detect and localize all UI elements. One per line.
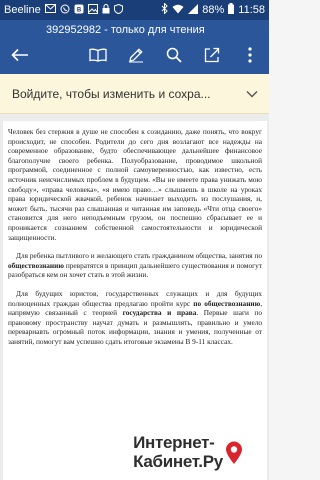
app-toolbar — [0, 40, 269, 74]
lock-icon — [102, 3, 110, 17]
signal-icon — [188, 3, 199, 17]
battery-icon — [228, 3, 235, 17]
bluetooth-icon — [161, 2, 168, 17]
bold-term: обществознанию — [8, 260, 64, 270]
paragraph-1: Человек без стержня в душе не способен к… — [8, 127, 262, 242]
sign-in-banner[interactable]: Войдите, чтобы изменить и сохра... — [0, 74, 269, 114]
reading-mode-button[interactable] — [79, 40, 117, 74]
document-viewport[interactable]: Человек без стержня в душе не способен к… — [0, 114, 269, 480]
bold-term: по обществознанию — [193, 298, 261, 308]
battery-percent: 88% — [202, 4, 225, 16]
map-pin-icon — [225, 441, 243, 464]
edit-button[interactable] — [117, 40, 155, 74]
message-icon — [44, 4, 56, 16]
watermark-line-1: Интернет- — [133, 433, 215, 452]
svg-text:B: B — [77, 7, 82, 13]
share-icon — [204, 47, 220, 68]
status-bar: Beeline B 88% 11:58 — [0, 0, 269, 20]
paragraph-2: Для ребенка пытливого и желающего стать … — [8, 251, 262, 280]
pencil-icon — [128, 47, 144, 68]
shield-icon — [113, 3, 123, 17]
banner-text: Войдите, чтобы изменить и сохра... — [12, 86, 211, 101]
more-icon — [248, 46, 252, 68]
paragraph-3: Для будущих юристов, государственных слу… — [8, 288, 263, 346]
document-page: Человек без стержня в душе не способен к… — [3, 121, 267, 480]
search-icon — [166, 47, 182, 68]
chevron-down-icon[interactable] — [243, 90, 261, 98]
clock: 11:58 — [238, 4, 265, 16]
wifi-icon — [172, 4, 184, 17]
watermark-logo: Интернет- Кабинет.Ру — [112, 430, 264, 474]
vk-icon: B — [74, 4, 84, 17]
document-title: 392952982 - только для чтения — [46, 24, 205, 36]
document-title-bar: 392952982 - только для чтения — [0, 20, 269, 40]
watermark-line-2: Кабинет.Ру — [133, 452, 223, 471]
search-button[interactable] — [155, 40, 193, 74]
bold-term: государства и права — [122, 308, 197, 318]
image-icon — [87, 3, 98, 17]
book-icon — [89, 48, 107, 67]
carrier-label: Beeline — [4, 4, 41, 16]
share-button[interactable] — [193, 40, 231, 74]
more-options-button[interactable] — [231, 40, 269, 74]
back-button[interactable] — [0, 40, 40, 74]
whatsapp-icon — [60, 4, 70, 17]
back-arrow-icon — [11, 48, 29, 67]
